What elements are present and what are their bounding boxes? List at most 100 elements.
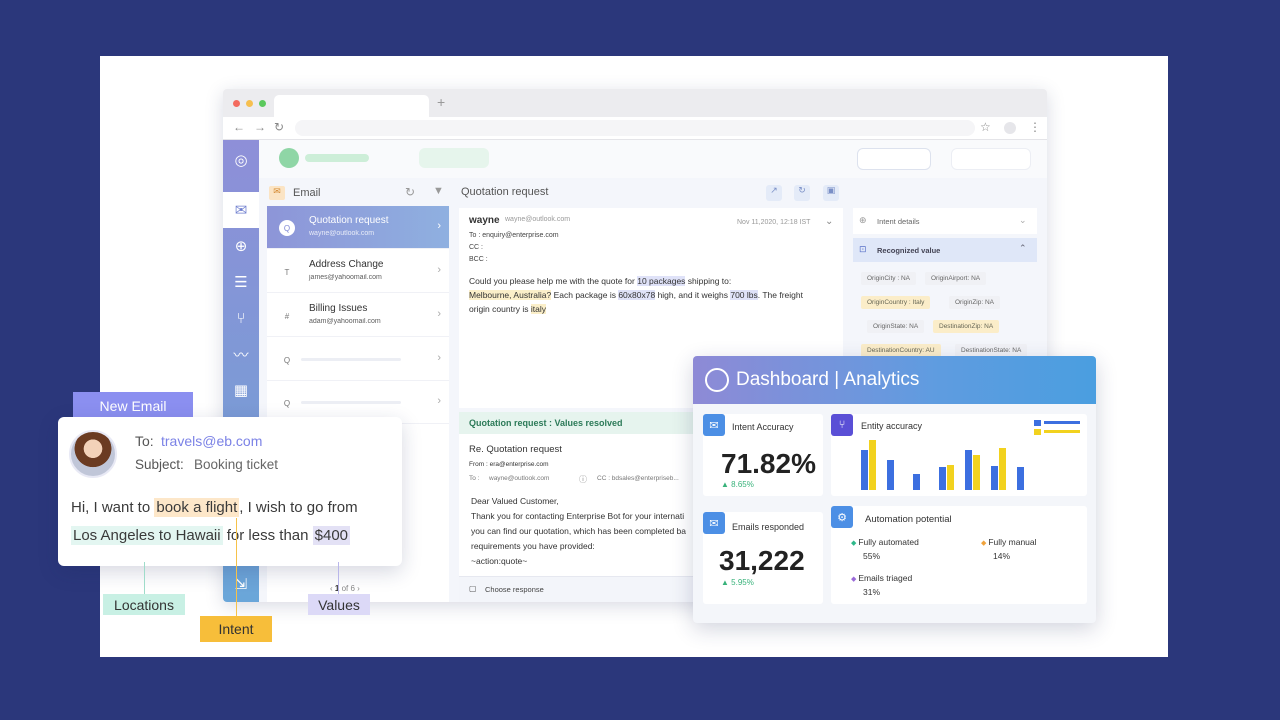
branch-icon: ⑂ xyxy=(831,414,853,436)
bar-mark xyxy=(887,460,894,490)
list-item[interactable]: # Billing Issues adam@yahoomail.com › xyxy=(267,294,449,337)
gear-icon: ⚙ xyxy=(831,506,853,528)
list-item[interactable]: T Address Change james@yahoomail.com › xyxy=(267,250,449,293)
browser-tab[interactable] xyxy=(274,95,429,117)
mail-icon[interactable]: ✉ xyxy=(223,192,259,228)
list-item[interactable]: Q › xyxy=(267,338,449,381)
location-highlight: Los Angeles to Hawaii xyxy=(71,526,223,545)
dashboard-header: Dashboard | Analytics xyxy=(693,356,1096,404)
item-badge: # xyxy=(284,311,290,321)
logo-icon xyxy=(705,368,729,392)
choose-response-label: Choose response xyxy=(485,585,544,594)
intent-accuracy-label: Intent Accuracy xyxy=(732,422,794,432)
locations-connector xyxy=(144,562,145,595)
info-icon: ⓘ xyxy=(579,475,587,484)
intent-tag: Intent xyxy=(200,616,272,642)
automation-item-name: Fully manual xyxy=(988,537,1037,547)
minimize-window-dot[interactable] xyxy=(246,100,253,107)
item-badge: Q xyxy=(279,220,295,236)
body-text: origin country is xyxy=(469,304,531,314)
image-icon[interactable]: ▣ xyxy=(823,185,839,201)
new-tab-button[interactable]: + xyxy=(437,94,445,110)
item-from: james@yahoomail.com xyxy=(309,274,382,281)
list-icon[interactable]: ☰ xyxy=(223,264,259,300)
bar-mark xyxy=(973,455,980,490)
url-field[interactable] xyxy=(295,120,975,136)
emails-responded-label: Emails responded xyxy=(732,522,805,532)
user-menu[interactable] xyxy=(951,148,1031,170)
dashboard-panel: Dashboard | Analytics ✉ Intent Accuracy … xyxy=(693,356,1096,623)
pager: ‹ 1 of 6 › xyxy=(330,584,360,593)
workspace-name[interactable] xyxy=(305,154,369,162)
item-from: wayne@outlook.com xyxy=(309,230,375,237)
branch-icon[interactable]: ⑂ xyxy=(223,300,259,336)
email-list-header: ✉ Email ↻ ▼ xyxy=(267,180,449,206)
chevron-down-icon[interactable]: ⌄ xyxy=(825,216,833,227)
intent-connector xyxy=(236,518,237,617)
cc-line: CC : xyxy=(469,244,483,251)
email-body: Could you please help me with the quote … xyxy=(469,274,839,316)
back-arrow-icon[interactable]: ← xyxy=(233,120,245,134)
dashboard-title: Dashboard | Analytics xyxy=(736,369,920,390)
locations-tag: Locations xyxy=(103,594,185,615)
pager-next-icon[interactable]: › xyxy=(357,584,360,593)
highlight-weight: 700 lbs xyxy=(730,290,758,300)
recognized-value-row[interactable]: ⊡ Recognized value ⌃ xyxy=(853,238,1037,262)
menu-dots-icon[interactable]: ⋮ xyxy=(1029,120,1041,134)
intent-accuracy-value: 71.82% xyxy=(721,448,816,479)
chevron-down-icon[interactable]: ⌄ xyxy=(1019,215,1027,226)
tab-strip: + xyxy=(223,89,1047,117)
forward-icon[interactable]: ↗ xyxy=(766,185,782,201)
filter-icon[interactable]: ▼ xyxy=(433,185,444,197)
emails-responded-value: 31,222 xyxy=(719,545,805,576)
list-item[interactable]: Q Quotation request wayne@outlook.com › xyxy=(267,206,449,249)
intent-accuracy-card: ✉ Intent Accuracy 71.82% ▲ 8.65% xyxy=(703,414,823,496)
item-subject: Quotation request xyxy=(309,215,389,226)
value-highlight: $400 xyxy=(312,526,351,545)
bar-mark xyxy=(965,450,972,490)
workspace-icon[interactable] xyxy=(279,148,299,168)
automation-item-value: 55% xyxy=(863,551,881,561)
profile-icon[interactable] xyxy=(1004,122,1016,134)
chevron-up-icon[interactable]: ⌃ xyxy=(1019,243,1027,254)
to-label: To: xyxy=(135,433,154,449)
recognized-value-label: Recognized value xyxy=(877,246,941,255)
body-text: Hi, I want to xyxy=(71,499,155,516)
maximize-window-dot[interactable] xyxy=(259,100,266,107)
chevron-right-icon: › xyxy=(437,352,441,364)
add-button[interactable] xyxy=(419,148,489,168)
grid-icon[interactable]: ▦ xyxy=(223,372,259,408)
item-subject: Billing Issues xyxy=(309,303,368,314)
reload-icon[interactable]: ↻ xyxy=(274,120,284,134)
automation-item: ◆ Fully manual 14% xyxy=(981,536,1037,563)
email-folder-icon: ✉ xyxy=(269,186,285,200)
recognized-value-chip: OriginCountry : Italy xyxy=(861,296,931,309)
values-tag: Values xyxy=(308,594,370,615)
trend-icon[interactable]: 〰 xyxy=(223,336,259,372)
legend-line xyxy=(1044,421,1080,424)
response-subject: Re. Quotation request xyxy=(469,444,562,455)
intent-details-row[interactable]: ⊕ Intent details ⌄ xyxy=(853,208,1037,234)
forward-arrow-icon[interactable]: → xyxy=(254,120,266,134)
pager-total: of 6 xyxy=(341,584,355,593)
close-window-dot[interactable] xyxy=(233,100,240,107)
body-text: Could you please help me with the quote … xyxy=(469,276,638,286)
bcc-line: BCC : xyxy=(469,256,488,263)
refresh-icon[interactable]: ↻ xyxy=(405,185,415,199)
item-badge: T xyxy=(284,267,290,277)
sender-name: wayne xyxy=(469,215,500,226)
bar-mark xyxy=(991,466,998,490)
bar-mark xyxy=(861,450,868,490)
automation-item-name: Fully automated xyxy=(858,537,919,547)
highlight-country: italy xyxy=(530,304,547,314)
target-icon[interactable]: ⊕ xyxy=(223,228,259,264)
sync-icon[interactable]: ↻ xyxy=(794,185,810,201)
highlight-location: Melbourne, Australia? xyxy=(469,290,552,300)
export-icon[interactable]: ⇲ xyxy=(223,566,259,602)
logo-icon[interactable]: ◎ xyxy=(223,142,259,178)
recognized-value-chip: OriginCity : NA xyxy=(861,272,916,285)
star-icon[interactable]: ☆ xyxy=(980,120,991,134)
filter-dropdown[interactable] xyxy=(857,148,931,170)
intent-details-label: Intent details xyxy=(877,217,920,226)
response-cc: CC : bdsales@enterpriseb... xyxy=(597,475,679,482)
